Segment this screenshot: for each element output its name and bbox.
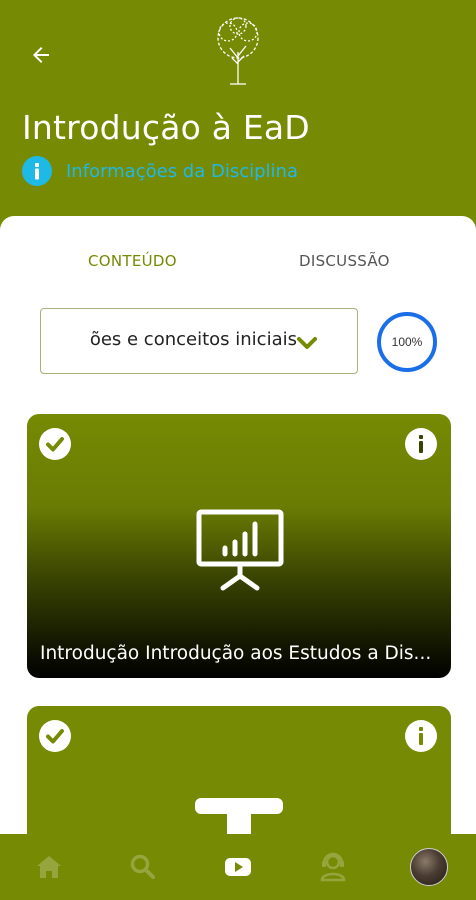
- card-title: Introdução Introdução aos Estudos a Dis.…: [40, 643, 432, 664]
- progress-indicator: 100%: [376, 311, 438, 373]
- tree-logo-icon: [217, 17, 259, 85]
- progress-label: 100%: [391, 335, 423, 349]
- module-select[interactable]: ões e conceitos iniciais: [40, 308, 358, 374]
- completed-check-icon: [39, 720, 71, 752]
- header: Introdução à EaD Informações da Discipli…: [0, 0, 476, 230]
- info-link-label: Informações da Disciplina: [66, 160, 298, 182]
- info-icon[interactable]: [405, 428, 437, 460]
- search-icon[interactable]: [126, 850, 160, 884]
- video-icon[interactable]: [221, 850, 255, 884]
- tab-content[interactable]: CONTEÚDO: [88, 252, 177, 270]
- tab-discussion[interactable]: DISCUSSÃO: [299, 252, 390, 270]
- avatar[interactable]: [410, 848, 448, 886]
- module-select-value: ões e conceitos iniciais: [89, 329, 297, 350]
- content-sheet: CONTEÚDO DISCUSSÃO ões e conceitos inici…: [0, 216, 476, 856]
- course-info-link[interactable]: Informações da Disciplina: [22, 156, 298, 186]
- home-icon[interactable]: [32, 850, 66, 884]
- bottom-navigation: [0, 834, 476, 900]
- completed-check-icon: [39, 428, 71, 460]
- chevron-down-icon: [297, 337, 317, 349]
- info-icon: [22, 156, 52, 186]
- support-agent-icon[interactable]: [316, 850, 350, 884]
- content-card[interactable]: Introdução Introdução aos Estudos a Dis.…: [27, 414, 451, 678]
- presentation-chart-icon: [196, 509, 284, 591]
- tab-bar: CONTEÚDO DISCUSSÃO: [0, 252, 476, 276]
- page-title: Introdução à EaD: [22, 108, 310, 147]
- back-button[interactable]: [26, 40, 56, 70]
- info-icon[interactable]: [405, 720, 437, 752]
- back-arrow-icon: [33, 47, 49, 63]
